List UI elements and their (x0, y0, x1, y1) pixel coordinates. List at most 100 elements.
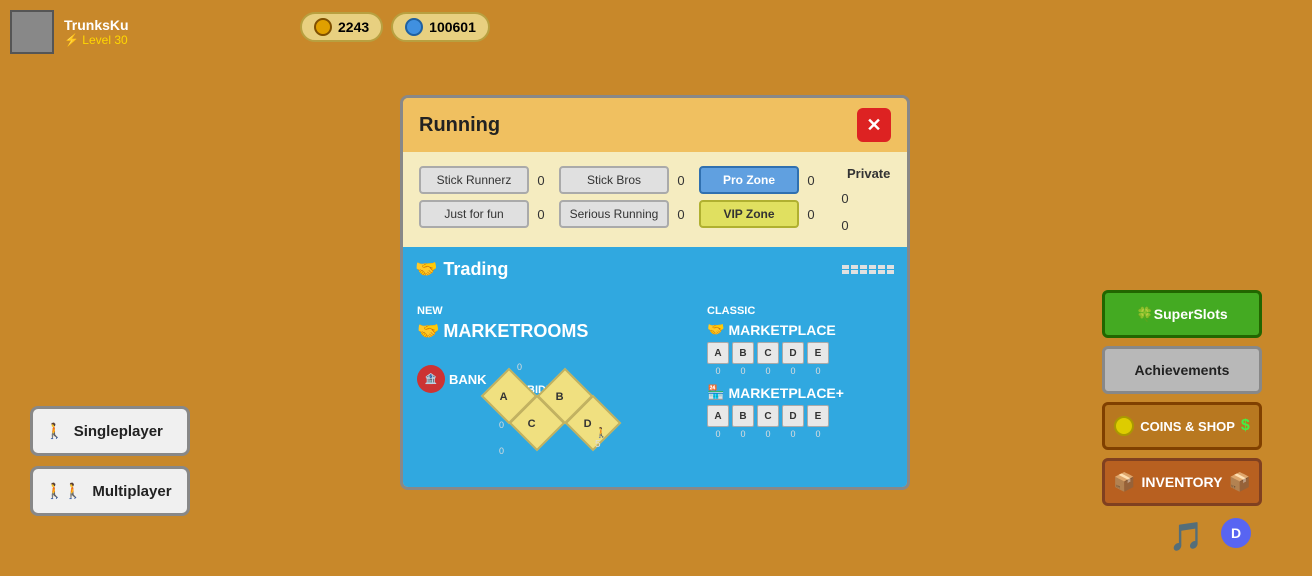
marketplace-plus-label: MARKETPLACE+ (728, 385, 844, 401)
just-for-fun-row: Just for fun 0 (419, 200, 549, 228)
running-col-1: Stick Runnerz 0 Just for fun 0 (419, 166, 549, 228)
vip-zone-count: 0 (803, 207, 819, 222)
achievements-button[interactable]: Achievements (1102, 346, 1262, 394)
inventory-icon-right: 📦 (1228, 472, 1250, 493)
diamond-a-count: 0 (499, 420, 504, 430)
stick-runnerz-button[interactable]: Stick Runnerz (419, 166, 529, 194)
mpp-slot-a[interactable]: A (707, 405, 729, 427)
pro-zone-count: 0 (803, 173, 819, 188)
gold-currency: 2243 (300, 12, 383, 42)
superslots-label: SuperSlots (1154, 306, 1228, 322)
trading-panel: 🤝 Trading NEW 🤝 MARKETROOMS 🏦 BANK (403, 247, 907, 487)
marketplace-label: MARKETPLACE (728, 322, 835, 338)
new-section: NEW 🤝 MARKETROOMS 🏦 BANK BIDDING 0 A 0 (417, 305, 677, 478)
serious-running-button[interactable]: Serious Running (559, 200, 669, 228)
mp-slot-c[interactable]: C (757, 342, 779, 364)
inventory-button[interactable]: 📦 INVENTORY 📦 (1102, 458, 1262, 506)
marketplace-plus-section: 🏪 MARKETPLACE+ A B C D E 0 0 0 0 0 (707, 384, 907, 439)
just-for-fun-button[interactable]: Just for fun (419, 200, 529, 228)
mpp-count-e: 0 (807, 429, 829, 439)
singleplayer-label: Singleplayer (74, 423, 163, 440)
inventory-icon-left: 📦 (1113, 472, 1135, 493)
stick-runnerz-count: 0 (533, 173, 549, 188)
gold-coin-icon (314, 18, 332, 36)
coins-shop-button[interactable]: COINS & SHOP $ (1102, 402, 1262, 450)
inventory-label: INVENTORY (1142, 474, 1223, 490)
private-label: Private (847, 166, 890, 181)
currencies: 2243 100601 (300, 12, 490, 42)
mpp-count-d: 0 (782, 429, 804, 439)
header: TrunksKu ⚡ Level 30 (10, 10, 129, 54)
blue-currency: 100601 (391, 12, 490, 42)
blue-coin-icon (405, 18, 423, 36)
marketplace-plus-slots: A B C D E (707, 405, 907, 427)
mp-count-e: 0 (807, 366, 829, 376)
user-info: TrunksKu ⚡ Level 30 (64, 17, 129, 47)
serious-running-count: 0 (673, 207, 689, 222)
dialog-title: Running (419, 114, 500, 137)
level-icon: ⚡ (64, 33, 79, 47)
stick-bros-row: Stick Bros 0 (559, 166, 689, 194)
stickman-bid: 🚶5 (595, 428, 607, 450)
achievements-label: Achievements (1135, 362, 1230, 378)
discord-icon: D (1220, 517, 1252, 549)
mpp-count-c: 0 (757, 429, 779, 439)
right-sidebar: 🍀 SuperSlots Achievements COINS & SHOP $… (1102, 290, 1262, 506)
bottom-count: 0 (499, 446, 504, 456)
private-count2: 0 (837, 218, 853, 233)
marketplace-section: 🤝 MARKETPLACE A B C D E 0 0 0 0 0 (707, 321, 907, 376)
multiplayer-label: Multiplayer (92, 483, 171, 500)
discord-button[interactable]: D (1220, 517, 1252, 556)
mpp-slot-d[interactable]: D (782, 405, 804, 427)
marketplace-counts: 0 0 0 0 0 (707, 366, 907, 376)
music-button[interactable]: 🎵 (1169, 520, 1204, 553)
mp-count-d: 0 (782, 366, 804, 376)
private-col: Private 0 0 (837, 166, 890, 233)
mpp-slot-b[interactable]: B (732, 405, 754, 427)
close-button[interactable]: ✕ (857, 108, 891, 142)
running-panel: Stick Runnerz 0 Just for fun 0 Stick Bro… (403, 152, 907, 247)
marketplace-plus-counts: 0 0 0 0 0 (707, 429, 907, 439)
stick-bros-button[interactable]: Stick Bros (559, 166, 669, 194)
pro-zone-button[interactable]: Pro Zone (699, 166, 799, 194)
dialog-header: Running ✕ (403, 98, 907, 152)
marketplace-plus-icon: 🏪 (707, 384, 724, 401)
superslots-button[interactable]: 🍀 SuperSlots (1102, 290, 1262, 338)
classic-section: CLASSIC 🤝 MARKETPLACE A B C D E 0 0 0 (707, 305, 907, 447)
main-dialog: Running ✕ Stick Runnerz 0 Just for fun 0… (400, 95, 910, 490)
coins-shop-label: COINS & SHOP (1140, 419, 1235, 434)
mp-count-a: 0 (707, 366, 729, 376)
mpp-slot-e[interactable]: E (807, 405, 829, 427)
dollar-icon: $ (1241, 417, 1250, 435)
private-count1: 0 (837, 191, 853, 206)
classic-label: CLASSIC (707, 305, 907, 317)
stick-runnerz-row: Stick Runnerz 0 (419, 166, 549, 194)
vip-zone-button[interactable]: VIP Zone (699, 200, 799, 228)
marketrooms-icon: 🤝 (417, 321, 439, 342)
trading-stickman-icon: 🤝 (415, 259, 437, 280)
avatar (10, 10, 54, 54)
singleplayer-icon: 🚶 (45, 422, 64, 440)
pro-zone-row: Pro Zone 0 (699, 166, 819, 194)
stick-bros-count: 0 (673, 173, 689, 188)
mp-slot-a[interactable]: A (707, 342, 729, 364)
multiplayer-button[interactable]: 🚶🚶 Multiplayer (30, 466, 190, 516)
coins-icon (1114, 416, 1134, 436)
marketplace-title: 🤝 MARKETPLACE (707, 321, 907, 338)
multiplayer-icon: 🚶🚶 (45, 482, 82, 500)
level-badge: ⚡ Level 30 (64, 33, 129, 47)
running-col-3: Pro Zone 0 VIP Zone 0 (699, 166, 819, 228)
username: TrunksKu (64, 17, 129, 33)
mp-slot-e[interactable]: E (807, 342, 829, 364)
mpp-count-a: 0 (707, 429, 729, 439)
blue-amount: 100601 (429, 19, 476, 35)
bottom-right: 🎵 D (1169, 517, 1252, 556)
superslots-icon: 🍀 (1136, 306, 1153, 323)
vip-zone-row: VIP Zone 0 (699, 200, 819, 228)
singleplayer-button[interactable]: 🚶 Singleplayer (30, 406, 190, 456)
new-label: NEW (417, 305, 677, 317)
mpp-slot-c[interactable]: C (757, 405, 779, 427)
mp-slot-d[interactable]: D (782, 342, 804, 364)
mp-slot-b[interactable]: B (732, 342, 754, 364)
mp-count-b: 0 (732, 366, 754, 376)
